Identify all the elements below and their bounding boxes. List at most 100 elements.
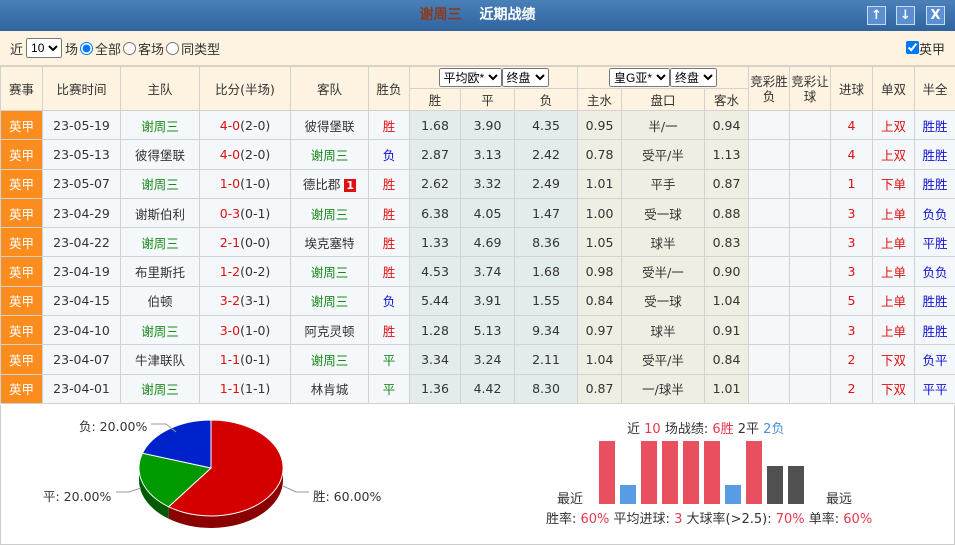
odds-win: 1.68 — [409, 109, 461, 141]
jc-hc-cell — [789, 315, 832, 346]
away-team-link[interactable]: 谢周三 — [290, 139, 369, 170]
table-row[interactable]: 英甲 23-04-15 伯顿 3-2(3-1) 谢周三 负 5.44 3.91 … — [0, 285, 955, 317]
table-row[interactable]: 英甲 23-05-07 谢周三 1-0(1-0) 德比郡 1 胜 2.62 3.… — [0, 168, 955, 199]
filter-bar: 近 10 场 全部 客场 同类型 英甲 — [0, 31, 955, 66]
league-checkbox[interactable] — [905, 41, 919, 54]
league-cell[interactable]: 英甲 — [0, 139, 43, 170]
odds-win: 1.28 — [409, 315, 461, 346]
filter-prefix: 近 — [10, 42, 24, 58]
home-team-link[interactable]: 谢斯伯利 — [120, 197, 200, 229]
home-team-link[interactable]: 谢周三 — [120, 109, 200, 141]
home-team-link[interactable]: 谢周三 — [120, 168, 200, 199]
result-cell: 负 — [368, 285, 410, 317]
header-euro: 平均欧* 终盘 — [409, 66, 578, 89]
away-team-link[interactable]: 谢周三 — [290, 344, 369, 375]
table-row[interactable]: 英甲 23-04-19 布里斯托 1-2(0-2) 谢周三 胜 4.53 3.7… — [0, 256, 955, 287]
league-cell[interactable]: 英甲 — [0, 373, 43, 404]
stats-line: 胜率: 60% 平均进球: 3 大球率(>2.5): 70% 单率: 60% — [546, 512, 873, 527]
table-row[interactable]: 英甲 23-04-29 谢斯伯利 0-3(0-1) 谢周三 胜 6.38 4.0… — [0, 197, 955, 229]
radio-all[interactable] — [80, 41, 94, 55]
move-up-button[interactable]: ↑ — [867, 6, 886, 25]
jc-wl-cell — [748, 256, 791, 287]
score-cell[interactable]: 1-0(1-0) — [199, 168, 291, 199]
table-row[interactable]: 英甲 23-04-10 谢周三 3-0(1-0) 阿克灵顿 胜 1.28 5.1… — [0, 315, 955, 346]
score-cell[interactable]: 4-0(2-0) — [199, 139, 291, 170]
odd-even-cell: 上双 — [872, 109, 916, 141]
home-team-link[interactable]: 牛津联队 — [120, 344, 200, 375]
jc-wl-cell — [748, 285, 791, 317]
league-cell[interactable]: 英甲 — [0, 315, 43, 346]
jc-hc-cell — [789, 373, 832, 404]
score-cell[interactable]: 2-1(0-0) — [199, 227, 291, 258]
score-cell[interactable]: 1-1(1-1) — [199, 373, 291, 404]
home-team-link[interactable]: 谢周三 — [120, 315, 200, 346]
away-team-link[interactable]: 谢周三 — [290, 256, 369, 287]
table-row[interactable]: 英甲 23-04-01 谢周三 1-1(1-1) 林肯城 平 1.36 4.42… — [0, 373, 955, 404]
table-row[interactable]: 英甲 23-05-19 谢周三 4-0(2-0) 彼得堡联 胜 1.68 3.9… — [0, 109, 955, 141]
jc-wl-cell — [748, 315, 791, 346]
table-row[interactable]: 英甲 23-04-22 谢周三 2-1(0-0) 埃克塞特 胜 1.33 4.6… — [0, 227, 955, 258]
radio-same-type[interactable] — [166, 41, 180, 55]
header-htft: 半全 — [914, 66, 955, 111]
home-team-link[interactable]: 彼得堡联 — [120, 139, 200, 170]
score-cell[interactable]: 0-3(0-1) — [199, 197, 291, 229]
odds-win: 6.38 — [409, 197, 461, 229]
form-bar-L — [725, 485, 741, 504]
league-cell[interactable]: 英甲 — [0, 168, 43, 199]
asia-company-select[interactable]: 皇G亚* — [609, 68, 670, 87]
home-team-link[interactable]: 谢周三 — [120, 227, 200, 258]
score-cell[interactable]: 3-2(3-1) — [199, 285, 291, 317]
result-cell: 负 — [368, 139, 410, 170]
jc-wl-cell — [748, 109, 791, 141]
odd-even-cell: 下双 — [872, 344, 916, 375]
away-team-link[interactable]: 阿克灵顿 — [290, 315, 369, 346]
away-team-link[interactable]: 彼得堡联 — [290, 109, 369, 141]
league-cell[interactable]: 英甲 — [0, 256, 43, 287]
jc-hc-cell — [789, 285, 832, 317]
result-cell: 平 — [368, 344, 410, 375]
league-cell[interactable]: 英甲 — [0, 227, 43, 258]
asia-away-water: 0.90 — [703, 256, 750, 287]
goals-cell: 2 — [830, 344, 874, 375]
asia-home-water: 1.01 — [577, 168, 622, 199]
score-cell[interactable]: 4-0(2-0) — [199, 109, 291, 141]
pie-label-draw: 平: 20.00% — [43, 489, 112, 504]
league-cell[interactable]: 英甲 — [0, 344, 43, 375]
home-team-link[interactable]: 谢周三 — [120, 373, 200, 404]
home-team-link[interactable]: 布里斯托 — [120, 256, 200, 287]
away-team-link[interactable]: 谢周三 — [290, 197, 369, 229]
radio-away[interactable] — [123, 41, 137, 55]
odds-draw: 4.69 — [460, 227, 515, 258]
match-count-select[interactable]: 10 — [26, 38, 63, 58]
close-button[interactable]: X — [926, 6, 945, 25]
league-cell[interactable]: 英甲 — [0, 197, 43, 229]
form-bar-W — [641, 441, 657, 504]
table-row[interactable]: 英甲 23-05-13 彼得堡联 4-0(2-0) 谢周三 负 2.87 3.1… — [0, 139, 955, 170]
htft-cell: 胜胜 — [914, 109, 955, 141]
summary-panel: 负: 20.00% 平: 20.00% 胜: 60.00% 近 10 场战绩: … — [0, 405, 955, 545]
goals-cell: 5 — [830, 285, 874, 317]
header-date: 比赛时间 — [42, 66, 121, 111]
move-down-button[interactable]: ↓ — [896, 6, 915, 25]
odd-even-cell: 上单 — [872, 256, 916, 287]
asia-away-water: 0.87 — [703, 168, 750, 199]
score-cell[interactable]: 3-0(1-0) — [199, 315, 291, 346]
table-row[interactable]: 英甲 23-04-07 牛津联队 1-1(0-1) 谢周三 平 3.34 3.2… — [0, 344, 955, 375]
away-team-link[interactable]: 德比郡 1 — [290, 168, 369, 199]
result-pie-chart — [116, 419, 309, 528]
score-cell[interactable]: 1-1(0-1) — [199, 344, 291, 375]
euro-type-select[interactable]: 终盘 — [501, 68, 549, 87]
away-team-link[interactable]: 谢周三 — [290, 285, 369, 317]
league-cell[interactable]: 英甲 — [0, 285, 43, 317]
jc-wl-cell — [748, 168, 791, 199]
league-cell[interactable]: 英甲 — [0, 109, 43, 141]
asia-home-water: 0.95 — [577, 109, 622, 141]
filter-suffix: 场 — [65, 42, 79, 58]
euro-company-select[interactable]: 平均欧* — [438, 68, 502, 87]
asia-type-select[interactable]: 终盘 — [670, 68, 717, 87]
home-team-link[interactable]: 伯顿 — [120, 285, 200, 317]
away-team-link[interactable]: 埃克塞特 — [290, 227, 369, 258]
goals-cell: 4 — [830, 139, 874, 170]
score-cell[interactable]: 1-2(0-2) — [199, 256, 291, 287]
away-team-link[interactable]: 林肯城 — [290, 373, 369, 404]
